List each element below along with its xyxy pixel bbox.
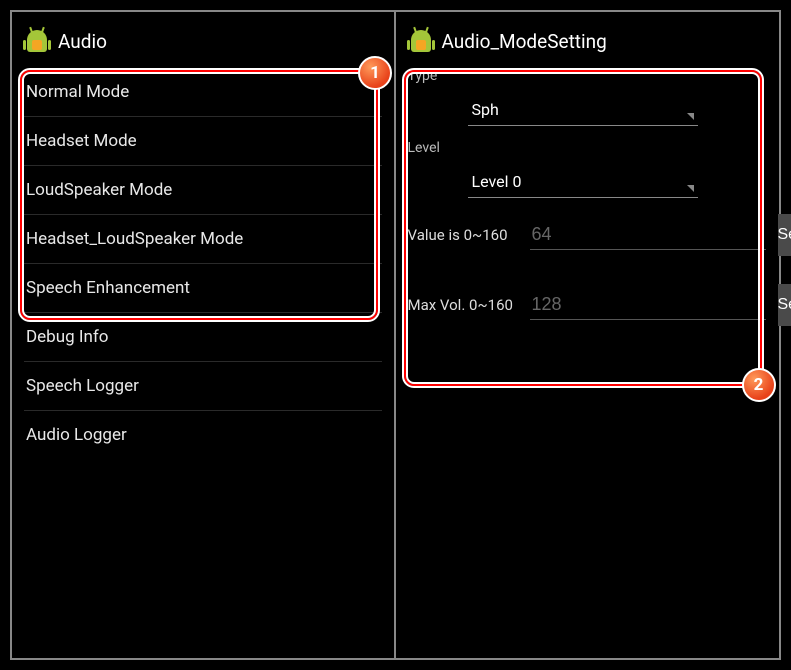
android-icon	[408, 26, 434, 56]
badge-2: 2	[742, 368, 776, 402]
item-audio-logger[interactable]: Audio Logger	[24, 411, 382, 459]
item-speech-enhancement[interactable]: Speech Enhancement	[24, 264, 382, 313]
item-normal-mode[interactable]: Normal Mode	[24, 68, 382, 117]
type-spinner-value: Sph	[472, 100, 499, 119]
left-pane: Audio Normal Mode Headset Mode LoudSpeak…	[12, 12, 394, 658]
outer-frame: Audio Normal Mode Headset Mode LoudSpeak…	[10, 10, 781, 660]
maxvol-set-button[interactable]: Set	[778, 284, 791, 326]
value-row: Value is 0~160 Set	[408, 214, 768, 256]
right-header: Audio_ModeSetting	[408, 22, 768, 60]
maxvol-input[interactable]	[530, 290, 766, 320]
right-title: Audio_ModeSetting	[442, 30, 607, 53]
type-label: Type	[408, 68, 768, 84]
value-input[interactable]	[530, 220, 766, 250]
item-headset-loudspeaker-mode[interactable]: Headset_LoudSpeaker Mode	[24, 215, 382, 264]
mode-setting-form: Type Sph Level Level 0 Value is 0~160 Se…	[408, 68, 768, 326]
level-label: Level	[408, 140, 768, 156]
dropdown-triangle-icon	[687, 113, 694, 120]
value-set-button[interactable]: Set	[778, 214, 791, 256]
level-spinner[interactable]: Level 0	[468, 166, 698, 198]
value-label: Value is 0~160	[408, 226, 518, 244]
maxvol-label: Max Vol. 0~160	[408, 296, 518, 314]
item-headset-mode[interactable]: Headset Mode	[24, 117, 382, 166]
right-pane: Audio_ModeSetting Type Sph Level Level 0…	[396, 12, 780, 658]
maxvol-row: Max Vol. 0~160 Set	[408, 284, 768, 326]
item-debug-info[interactable]: Debug Info	[24, 313, 382, 362]
left-header: Audio	[24, 22, 382, 60]
left-title: Audio	[58, 30, 107, 53]
type-spinner[interactable]: Sph	[468, 94, 698, 126]
audio-list: Normal Mode Headset Mode LoudSpeaker Mod…	[24, 68, 382, 459]
item-speech-logger[interactable]: Speech Logger	[24, 362, 382, 411]
item-loudspeaker-mode[interactable]: LoudSpeaker Mode	[24, 166, 382, 215]
level-spinner-value: Level 0	[472, 172, 522, 191]
android-icon	[24, 26, 50, 56]
dropdown-triangle-icon	[687, 185, 694, 192]
